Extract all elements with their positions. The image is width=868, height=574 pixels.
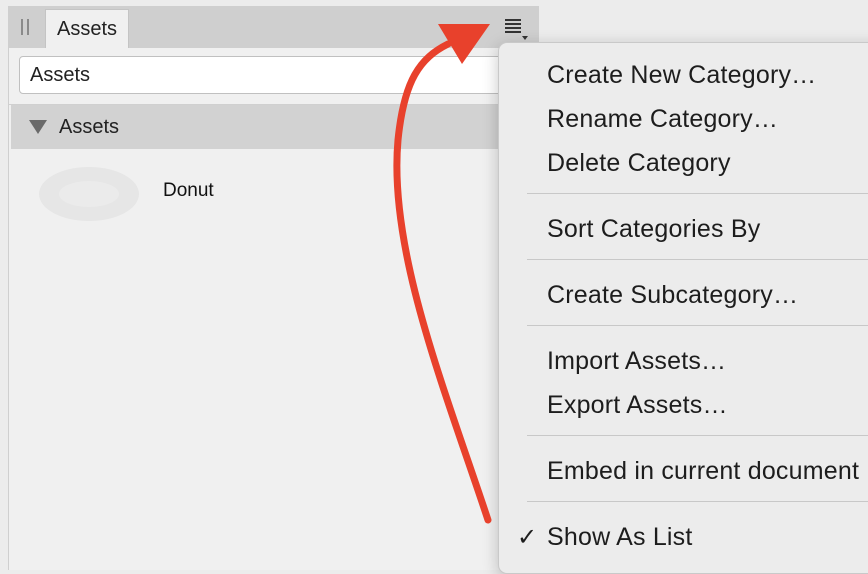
menu-item-import-assets[interactable]: Import Assets… xyxy=(547,347,726,376)
category-header[interactable]: Assets xyxy=(11,105,539,149)
category-label: Assets xyxy=(59,116,120,138)
list-item[interactable]: Donut xyxy=(11,156,511,228)
category-selector[interactable] xyxy=(19,56,519,94)
checkmark-icon: ✓ xyxy=(517,524,538,551)
menu-separator xyxy=(527,259,868,260)
donut-thumbnail xyxy=(39,167,139,221)
menu-separator xyxy=(527,325,868,326)
panel-context-menu: Create New Category… Rename Category… De… xyxy=(498,42,868,574)
assets-panel: Assets Assets Donut xyxy=(8,6,539,570)
disclosure-triangle-icon[interactable] xyxy=(29,120,47,134)
menu-separator xyxy=(527,193,868,194)
asset-name: Donut xyxy=(163,180,214,201)
menu-separator xyxy=(527,435,868,436)
menu-item-sort-categories-by[interactable]: Sort Categories By xyxy=(547,215,760,244)
menu-separator xyxy=(527,501,868,502)
panel-menu-icon[interactable] xyxy=(501,16,533,42)
tab-assets[interactable]: Assets xyxy=(45,9,129,48)
panel-tab-bar: Assets xyxy=(9,6,539,48)
menu-item-delete-category[interactable]: Delete Category xyxy=(547,149,731,178)
menu-item-embed-in-current-document[interactable]: Embed in current document xyxy=(547,457,859,486)
menu-item-show-as-list[interactable]: Show As List xyxy=(547,523,693,552)
menu-item-export-assets[interactable]: Export Assets… xyxy=(547,391,728,420)
menu-item-create-subcategory[interactable]: Create Subcategory… xyxy=(547,281,798,310)
menu-item-create-new-category[interactable]: Create New Category… xyxy=(547,61,816,90)
menu-item-rename-category[interactable]: Rename Category… xyxy=(547,105,778,134)
grip-icon[interactable] xyxy=(21,19,31,35)
category-selector-row xyxy=(9,48,539,105)
